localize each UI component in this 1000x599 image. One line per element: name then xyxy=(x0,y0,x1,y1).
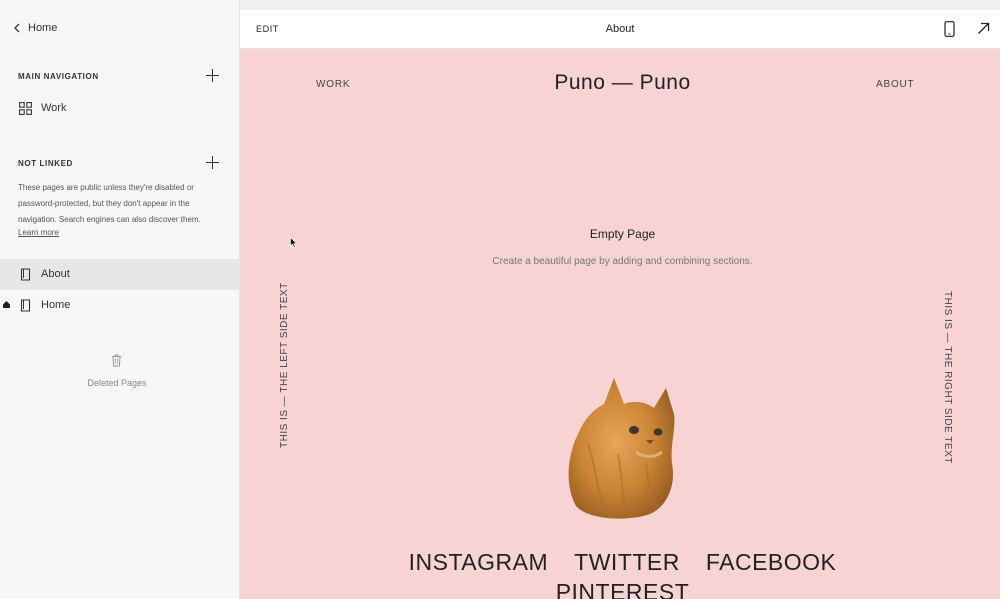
pinterest-link[interactable]: PINTEREST xyxy=(240,579,1000,599)
add-main-nav-page-icon[interactable] xyxy=(206,69,220,83)
add-not-linked-page-icon[interactable] xyxy=(206,156,220,170)
not-linked-description: These pages are public unless they're di… xyxy=(18,183,201,224)
sidebar-item-label: Home xyxy=(41,299,71,311)
empty-page-title: Empty Page xyxy=(589,227,656,241)
empty-page-subtitle: Create a beautiful page by adding and co… xyxy=(492,256,753,267)
cat-illustration xyxy=(568,378,675,519)
facebook-link[interactable]: FACEBOOK xyxy=(706,549,837,576)
sidebar-item-home[interactable]: Home xyxy=(0,290,240,321)
sidebar-item-about[interactable]: About xyxy=(0,259,240,290)
learn-more-link[interactable]: Learn more xyxy=(18,228,59,237)
site-preview-canvas[interactable]: WORK Puno — Puno ABOUT Empty Page Create… xyxy=(240,49,1000,599)
social-links: INSTAGRAM TWITTER FACEBOOK xyxy=(240,549,1000,576)
instagram-link[interactable]: INSTAGRAM xyxy=(409,549,549,576)
main-navigation-header: MAIN NAVIGATION xyxy=(18,72,99,81)
grid-icon xyxy=(19,102,32,115)
pages-sidebar: Home MAIN NAVIGATION Work NOT LINKED The… xyxy=(0,0,240,599)
left-side-text: THIS IS — THE LEFT SIDE TEXT xyxy=(279,282,290,448)
page-icon xyxy=(20,299,31,312)
twitter-link[interactable]: TWITTER xyxy=(574,549,680,576)
back-to-home-link[interactable]: Home xyxy=(12,22,57,34)
trash-icon[interactable] xyxy=(111,354,122,367)
chevron-left-icon xyxy=(14,23,20,33)
back-label: Home xyxy=(28,22,58,34)
mouse-cursor-icon xyxy=(290,237,297,248)
right-side-text: THIS IS — THE RIGHT SIDE TEXT xyxy=(942,291,953,464)
sidebar-item-label: About xyxy=(41,268,70,280)
open-external-icon[interactable] xyxy=(977,22,990,35)
mobile-preview-icon[interactable] xyxy=(944,21,955,37)
site-nav-about[interactable]: ABOUT xyxy=(876,79,914,90)
page-title: About xyxy=(605,23,635,35)
sidebar-item-work[interactable]: Work xyxy=(0,93,240,124)
not-linked-header: NOT LINKED xyxy=(18,159,73,168)
sidebar-item-label: Work xyxy=(41,102,67,114)
deleted-pages-link[interactable]: Deleted Pages xyxy=(0,378,234,388)
editor-topbar: EDIT About xyxy=(240,10,1000,49)
page-icon xyxy=(20,268,31,281)
